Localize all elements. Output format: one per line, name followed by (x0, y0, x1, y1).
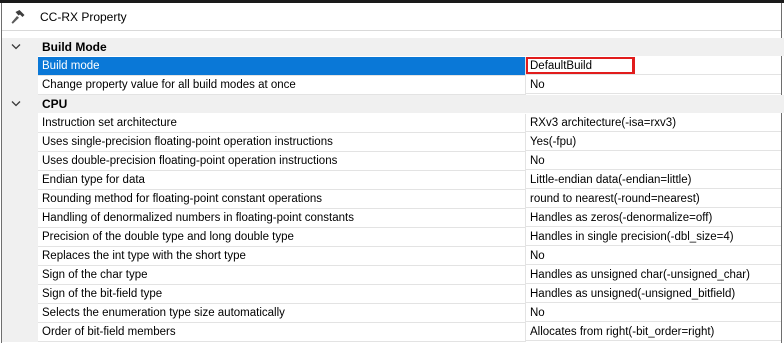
row-gutter (2, 323, 38, 342)
category-cpu[interactable]: CPU (2, 95, 784, 114)
property-value[interactable]: No (526, 76, 781, 94)
property-row[interactable]: Endian type for data Little-endian data(… (2, 171, 781, 190)
row-gutter (2, 152, 38, 171)
property-name: Handling of denormalized numbers in floa… (38, 209, 525, 228)
chevron-down-icon[interactable] (11, 100, 21, 108)
property-value[interactable]: No (526, 304, 781, 322)
panel-title: CC-RX Property (40, 10, 127, 24)
panel-title-bar: CC-RX Property (2, 3, 781, 31)
property-value[interactable]: Little-endian data(-endian=little) (526, 171, 781, 189)
row-gutter (2, 209, 38, 228)
category-build-mode[interactable]: Build Mode (2, 38, 784, 57)
property-row[interactable]: Precision of the double type and long do… (2, 228, 781, 247)
property-value[interactable]: Handles in single precision(-dbl_size=4) (526, 228, 781, 246)
property-name: Order of bit-field members (38, 323, 525, 342)
property-value[interactable]: Handles as zeros(-denormalize=off) (526, 209, 781, 227)
property-value[interactable]: Yes(-fpu) (526, 133, 781, 151)
property-name: Uses single-precision floating-point ope… (38, 133, 525, 152)
property-value[interactable]: No (526, 247, 781, 265)
property-row[interactable]: Sign of the char type Handles as unsigne… (2, 266, 781, 285)
property-row[interactable]: Change property value for all build mode… (2, 76, 781, 95)
property-row-build-mode[interactable]: Build mode DefaultBuild (2, 57, 781, 76)
hammer-icon (11, 10, 25, 24)
property-name: Sign of the bit-field type (38, 285, 525, 304)
property-value[interactable]: Handles as unsigned char(-unsigned_char) (526, 266, 781, 284)
row-gutter (2, 190, 38, 209)
property-name: Precision of the double type and long do… (38, 228, 525, 247)
row-gutter (2, 266, 38, 285)
property-row[interactable]: Uses single-precision floating-point ope… (2, 133, 781, 152)
property-name: Instruction set architecture (38, 114, 525, 133)
property-row[interactable]: Rounding method for floating-point const… (2, 190, 781, 209)
property-grid: Build Mode Build mode DefaultBuild Chang… (2, 38, 784, 342)
row-gutter (2, 133, 38, 152)
row-gutter (2, 304, 38, 323)
property-panel: CC-RX Property Build Mode Build mode Def… (1, 3, 784, 343)
property-row[interactable]: Replaces the int type with the short typ… (2, 247, 781, 266)
property-row[interactable]: Selects the enumeration type size automa… (2, 304, 781, 323)
row-gutter (2, 285, 38, 304)
property-row[interactable]: Sign of the bit-field type Handles as un… (2, 285, 781, 304)
row-gutter (2, 247, 38, 266)
property-name: Replaces the int type with the short typ… (38, 247, 525, 266)
property-row[interactable]: Instruction set architecture RXv3 archit… (2, 114, 781, 133)
category-label: Build Mode (38, 38, 784, 56)
property-value[interactable]: Handles as unsigned(-unsigned_bitfield) (526, 285, 781, 303)
property-row[interactable]: Handling of denormalized numbers in floa… (2, 209, 781, 228)
property-name: Rounding method for floating-point const… (38, 190, 525, 209)
row-gutter (2, 228, 38, 247)
category-label: CPU (38, 95, 784, 113)
property-name: Change property value for all build mode… (38, 76, 525, 95)
property-name: Sign of the char type (38, 266, 525, 285)
highlight-box (526, 57, 635, 74)
row-gutter (2, 76, 38, 95)
property-name: Uses double-precision floating-point ope… (38, 152, 525, 171)
property-value[interactable]: RXv3 architecture(-isa=rxv3) (526, 114, 781, 132)
row-gutter (2, 114, 38, 133)
property-value[interactable]: round to nearest(-round=nearest) (526, 190, 781, 208)
property-name: Build mode (38, 57, 525, 76)
property-value[interactable]: DefaultBuild (526, 57, 781, 75)
property-row[interactable]: Uses double-precision floating-point ope… (2, 152, 781, 171)
chevron-down-icon[interactable] (11, 43, 21, 51)
row-gutter (2, 171, 38, 190)
property-name: Endian type for data (38, 171, 525, 190)
property-value[interactable]: Allocates from right(-bit_order=right) (526, 323, 781, 341)
property-name: Selects the enumeration type size automa… (38, 304, 525, 323)
property-value[interactable]: No (526, 152, 781, 170)
property-row[interactable]: Order of bit-field members Allocates fro… (2, 323, 781, 342)
row-gutter (2, 57, 38, 76)
